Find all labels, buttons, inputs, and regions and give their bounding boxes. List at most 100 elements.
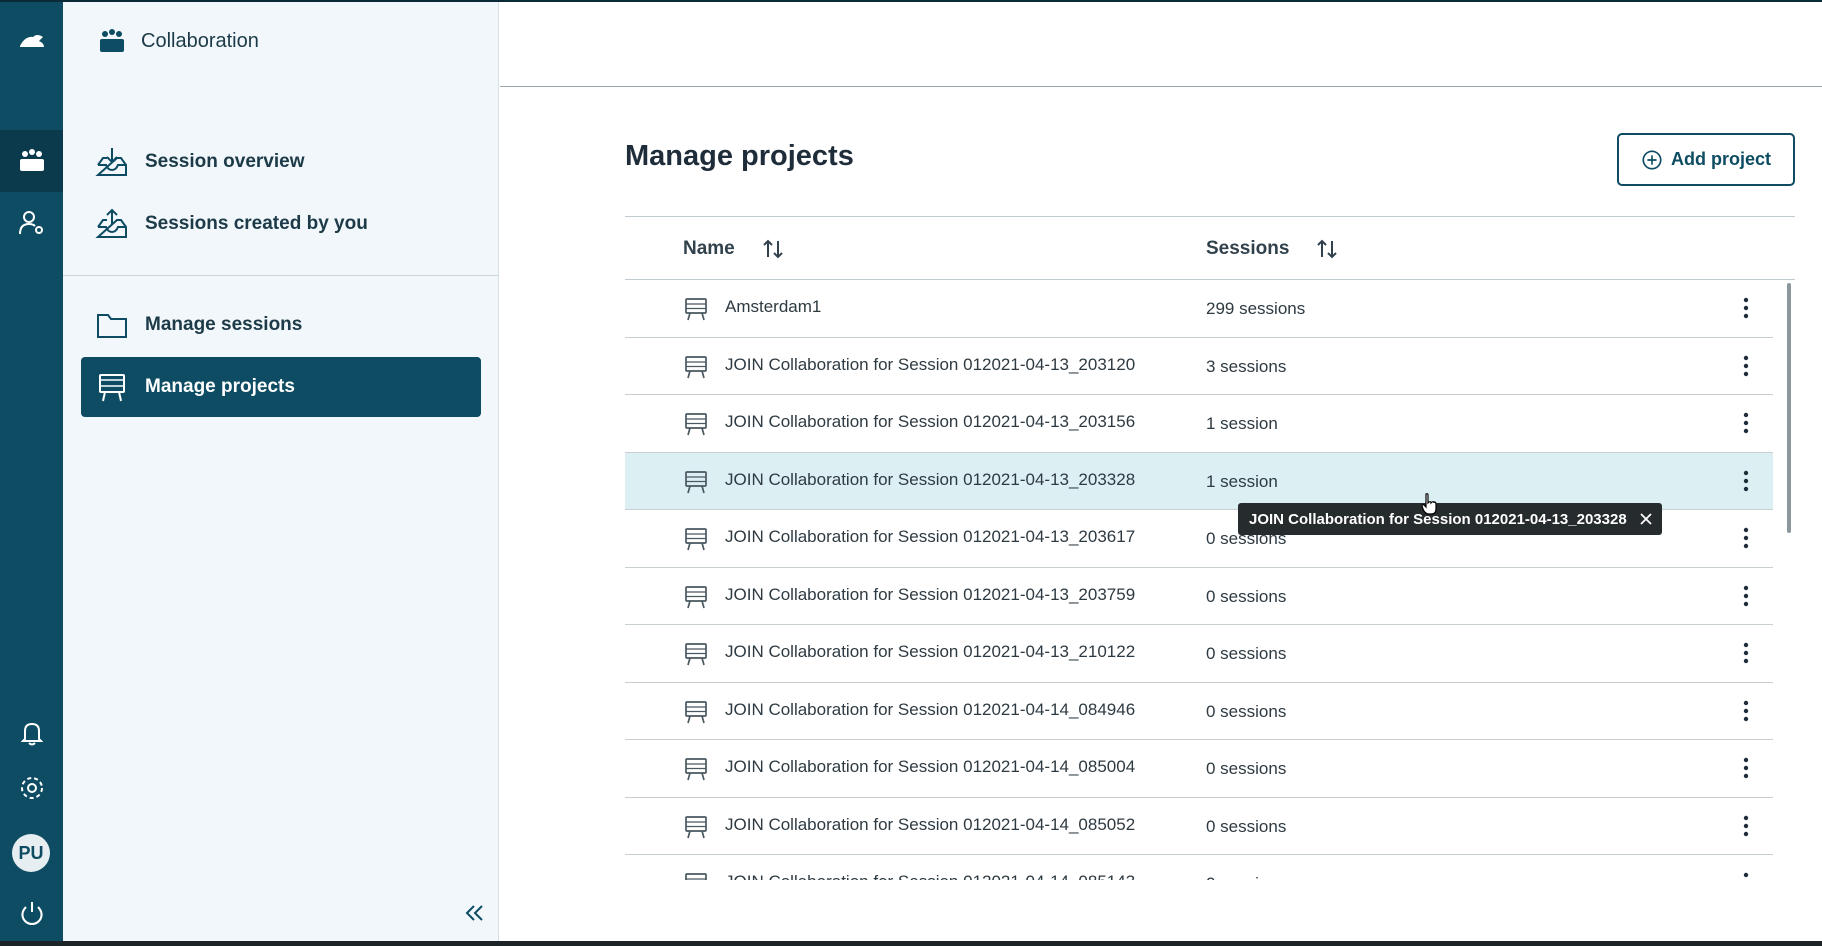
project-session-count: 1 session [1206, 414, 1278, 433]
project-name: Amsterdam1 [725, 297, 822, 316]
project-easel-icon [683, 641, 709, 667]
more-options-icon[interactable] [1735, 869, 1757, 880]
window-bottom-border [0, 941, 1822, 946]
table-row[interactable]: JOIN Collaboration for Session 012021-04… [625, 395, 1773, 453]
sort-icon[interactable] [1315, 238, 1339, 260]
sidebar-item-session-overview[interactable]: Session overview [81, 132, 481, 192]
window-top-border [0, 0, 1822, 2]
tooltip-text: JOIN Collaboration for Session 012021-04… [1249, 510, 1627, 528]
inbox-upload-icon [95, 208, 127, 238]
collaboration-icon [100, 29, 124, 52]
user-settings-icon[interactable] [0, 192, 63, 254]
more-options-icon[interactable] [1735, 352, 1757, 380]
project-name: JOIN Collaboration for Session 012021-04… [725, 814, 1136, 834]
table-row[interactable]: JOIN Collaboration for Session 012021-04… [625, 740, 1773, 798]
add-project-label: Add project [1670, 149, 1771, 169]
project-easel-icon [683, 756, 709, 782]
project-easel-icon [683, 526, 709, 552]
sidebar-item-label: Session overview [145, 151, 305, 172]
table-row[interactable]: JOIN Collaboration for Session 012021-04… [625, 338, 1773, 395]
project-session-count: 0 sessions [1206, 759, 1287, 778]
project-easel-icon [683, 469, 709, 495]
sidebar-item-manage-projects[interactable]: Manage projects [81, 357, 481, 417]
more-options-icon[interactable] [1735, 467, 1757, 495]
table-header: Name Sessions [625, 216, 1795, 280]
sidebar-header: Collaboration [97, 28, 259, 54]
app-logo-icon[interactable] [0, 12, 63, 74]
project-easel-icon [683, 699, 709, 725]
more-options-icon[interactable] [1735, 697, 1757, 725]
table-row[interactable]: JOIN Collaboration for Session 012021-04… [625, 568, 1773, 625]
table-row[interactable]: JOIN Collaboration for Session 012021-04… [625, 855, 1773, 880]
close-icon[interactable] [1640, 513, 1652, 525]
sidebar-item-sessions-created[interactable]: Sessions created by you [81, 194, 481, 254]
add-project-button[interactable]: Add project [1617, 133, 1795, 186]
easel-icon [99, 374, 125, 402]
collapse-sidebar-icon[interactable] [459, 898, 489, 928]
project-session-count: 3 sessions [1206, 356, 1287, 376]
project-session-count: 0 sessions [1206, 816, 1287, 836]
project-session-count: 0 sessions [1206, 644, 1287, 663]
more-options-icon[interactable] [1735, 294, 1757, 322]
project-name: JOIN Collaboration for Session 012021-04… [725, 412, 1136, 431]
icon-rail: PU [0, 0, 63, 946]
sort-icon[interactable] [761, 238, 785, 260]
folder-icon [97, 314, 127, 338]
project-name: JOIN Collaboration for Session 012021-04… [725, 642, 1136, 661]
more-options-icon[interactable] [1735, 812, 1757, 840]
more-options-icon[interactable] [1735, 524, 1757, 552]
table-row[interactable]: JOIN Collaboration for Session 012021-04… [625, 452, 1773, 510]
column-header-name[interactable]: Name [683, 217, 785, 281]
project-name: JOIN Collaboration for Session 012021-04… [725, 757, 1136, 776]
project-easel-icon [683, 354, 709, 380]
project-easel-icon [683, 296, 709, 322]
avatar[interactable]: PU [12, 834, 50, 872]
project-easel-icon [683, 871, 709, 880]
more-options-icon[interactable] [1735, 582, 1757, 610]
table-row[interactable]: JOIN Collaboration for Session 012021-04… [625, 683, 1773, 740]
project-easel-icon [683, 584, 709, 610]
column-label: Name [683, 238, 735, 259]
power-icon[interactable] [0, 882, 63, 944]
table-body: Amsterdam1 299 sessions JOIN Collaboration… [625, 280, 1773, 880]
more-options-icon[interactable] [1735, 754, 1757, 782]
sidebar-divider [63, 275, 499, 276]
table-scrollbar[interactable] [1787, 283, 1791, 533]
project-name: JOIN Collaboration for Session 012021-04… [725, 527, 1136, 546]
project-name: JOIN Collaboration for Session 012021-04… [725, 469, 1136, 489]
projects-table: Name Sessions Amsterdam1 299 sessions JOIN… [625, 216, 1795, 880]
project-easel-icon [683, 814, 709, 840]
project-name: JOIN Collaboration for Session 012021-04… [725, 872, 1135, 880]
project-name: JOIN Collaboration for Session 012021-04… [725, 354, 1136, 374]
project-session-count: 0 sessions [1206, 586, 1287, 606]
table-row[interactable]: JOIN Collaboration for Session 012021-04… [625, 798, 1773, 855]
plus-circle-icon [1642, 149, 1662, 170]
sidebar-item-manage-sessions[interactable]: Manage sessions [81, 295, 481, 355]
page-title: Manage projects [625, 140, 854, 172]
section-title: Collaboration [141, 29, 259, 52]
bell-icon[interactable] [0, 702, 63, 764]
main-content: Manage projects Add project Name Session… [500, 0, 1822, 946]
inbox-download-icon [95, 148, 127, 176]
column-label: Sessions [1206, 238, 1290, 259]
collaboration-icon[interactable] [0, 130, 63, 192]
header-divider [500, 86, 1822, 87]
project-session-count: 1 session [1206, 471, 1278, 491]
hand-cursor-icon [1421, 493, 1437, 515]
gear-icon[interactable] [0, 757, 63, 819]
sidebar-item-label: Sessions created by you [145, 213, 368, 234]
project-name: JOIN Collaboration for Session 012021-04… [725, 584, 1136, 604]
project-session-count: 299 sessions [1206, 299, 1306, 318]
table-row[interactable]: Amsterdam1 299 sessions [625, 280, 1773, 338]
sidebar-item-label: Manage projects [145, 376, 295, 397]
sidebar-item-label: Manage sessions [145, 314, 303, 335]
more-options-icon[interactable] [1735, 409, 1757, 437]
name-tooltip: JOIN Collaboration for Session 012021-04… [1238, 503, 1662, 535]
project-session-count: 0 sessions [1206, 701, 1287, 721]
column-header-sessions[interactable]: Sessions [1206, 217, 1339, 281]
more-options-icon[interactable] [1735, 639, 1757, 667]
table-row[interactable]: JOIN Collaboration for Session 012021-04… [625, 625, 1773, 683]
project-easel-icon [683, 411, 709, 437]
sidebar: Collaboration Session overview Sessions … [63, 0, 499, 946]
project-name: JOIN Collaboration for Session 012021-04… [725, 699, 1136, 719]
